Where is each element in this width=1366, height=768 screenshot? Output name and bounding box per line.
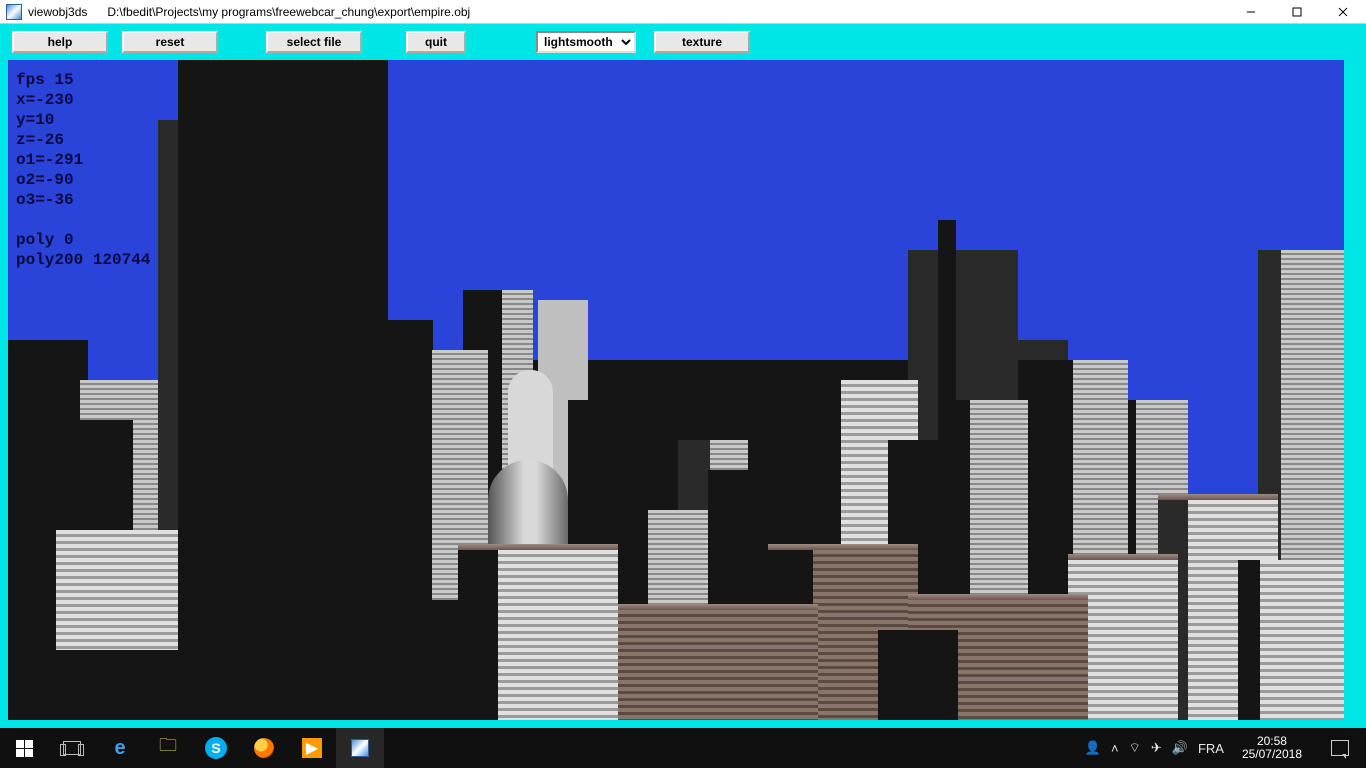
- taskbar-app-viewobj3ds[interactable]: [336, 728, 384, 768]
- app-name: viewobj3ds: [28, 5, 87, 19]
- taskbar-app-media[interactable]: ▶: [288, 728, 336, 768]
- clock-date: 25/07/2018: [1242, 748, 1302, 761]
- language-indicator[interactable]: FRA: [1198, 741, 1224, 756]
- stats-line: poly 0: [16, 231, 74, 249]
- minimize-button[interactable]: [1228, 0, 1274, 24]
- close-button[interactable]: [1320, 0, 1366, 24]
- airplane-mode-icon[interactable]: ✈: [1151, 740, 1162, 756]
- taskbar-app-edge[interactable]: e: [96, 728, 144, 768]
- texture-button[interactable]: texture: [654, 31, 750, 53]
- stats-line: y=10: [16, 111, 54, 129]
- bluetooth-icon[interactable]: ⌔: [1129, 740, 1141, 756]
- tray-chevron-up-icon[interactable]: ˄: [1111, 741, 1119, 756]
- stats-line: o3=-36: [16, 191, 74, 209]
- stats-line: x=-230: [16, 91, 74, 109]
- firefox-icon: [254, 738, 274, 758]
- app-icon: [6, 4, 22, 20]
- select-file-button[interactable]: select file: [266, 31, 362, 53]
- task-view-button[interactable]: [48, 728, 96, 768]
- media-player-icon: ▶: [302, 738, 322, 758]
- stats-line: o2=-90: [16, 171, 74, 189]
- quit-button[interactable]: quit: [406, 31, 466, 53]
- render-mode-select[interactable]: lightsmooth: [536, 31, 636, 53]
- skype-icon: S: [205, 737, 227, 759]
- stats-line: fps 15: [16, 71, 74, 89]
- toolbar: help reset select file quit lightsmooth …: [8, 30, 1358, 54]
- windows-logo-icon: [16, 740, 33, 757]
- viewport-3d[interactable]: fps 15 x=-230 y=10 z=-26 o1=-291 o2=-90 …: [8, 60, 1344, 720]
- maximize-button[interactable]: [1274, 0, 1320, 24]
- clock[interactable]: 20:58 25/07/2018: [1234, 735, 1310, 761]
- start-button[interactable]: [0, 728, 48, 768]
- taskbar-app-skype[interactable]: S: [192, 728, 240, 768]
- taskbar-app-explorer[interactable]: 🗀: [144, 728, 192, 768]
- help-button[interactable]: help: [12, 31, 108, 53]
- edge-icon: e: [114, 737, 125, 760]
- file-path: D:\fbedit\Projects\my programs\freewebca…: [107, 5, 470, 19]
- stats-line: poly200 120744: [16, 251, 150, 269]
- taskbar: e 🗀 S ▶ 👤 ˄ ⌔ ✈ 🔊 FRA 20:58 25/07/2018: [0, 728, 1366, 768]
- people-icon[interactable]: 👤: [1085, 740, 1101, 756]
- window-controls: [1228, 0, 1366, 24]
- action-center-button[interactable]: [1320, 728, 1360, 768]
- stats-line: o1=-291: [16, 151, 83, 169]
- folder-icon: 🗀: [159, 733, 177, 763]
- stats-overlay: fps 15 x=-230 y=10 z=-26 o1=-291 o2=-90 …: [16, 70, 150, 270]
- stats-line: z=-26: [16, 131, 64, 149]
- system-tray: 👤 ˄ ⌔ ✈ 🔊 FRA 20:58 25/07/2018: [1085, 728, 1366, 768]
- taskbar-app-firefox[interactable]: [240, 728, 288, 768]
- volume-icon[interactable]: 🔊: [1172, 740, 1188, 756]
- task-view-icon: [63, 741, 81, 755]
- app-body: help reset select file quit lightsmooth …: [0, 24, 1366, 728]
- reset-button[interactable]: reset: [122, 31, 218, 53]
- notification-icon: [1331, 740, 1349, 756]
- app-icon: [351, 739, 369, 757]
- title-bar: viewobj3ds D:\fbedit\Projects\my program…: [0, 0, 1366, 24]
